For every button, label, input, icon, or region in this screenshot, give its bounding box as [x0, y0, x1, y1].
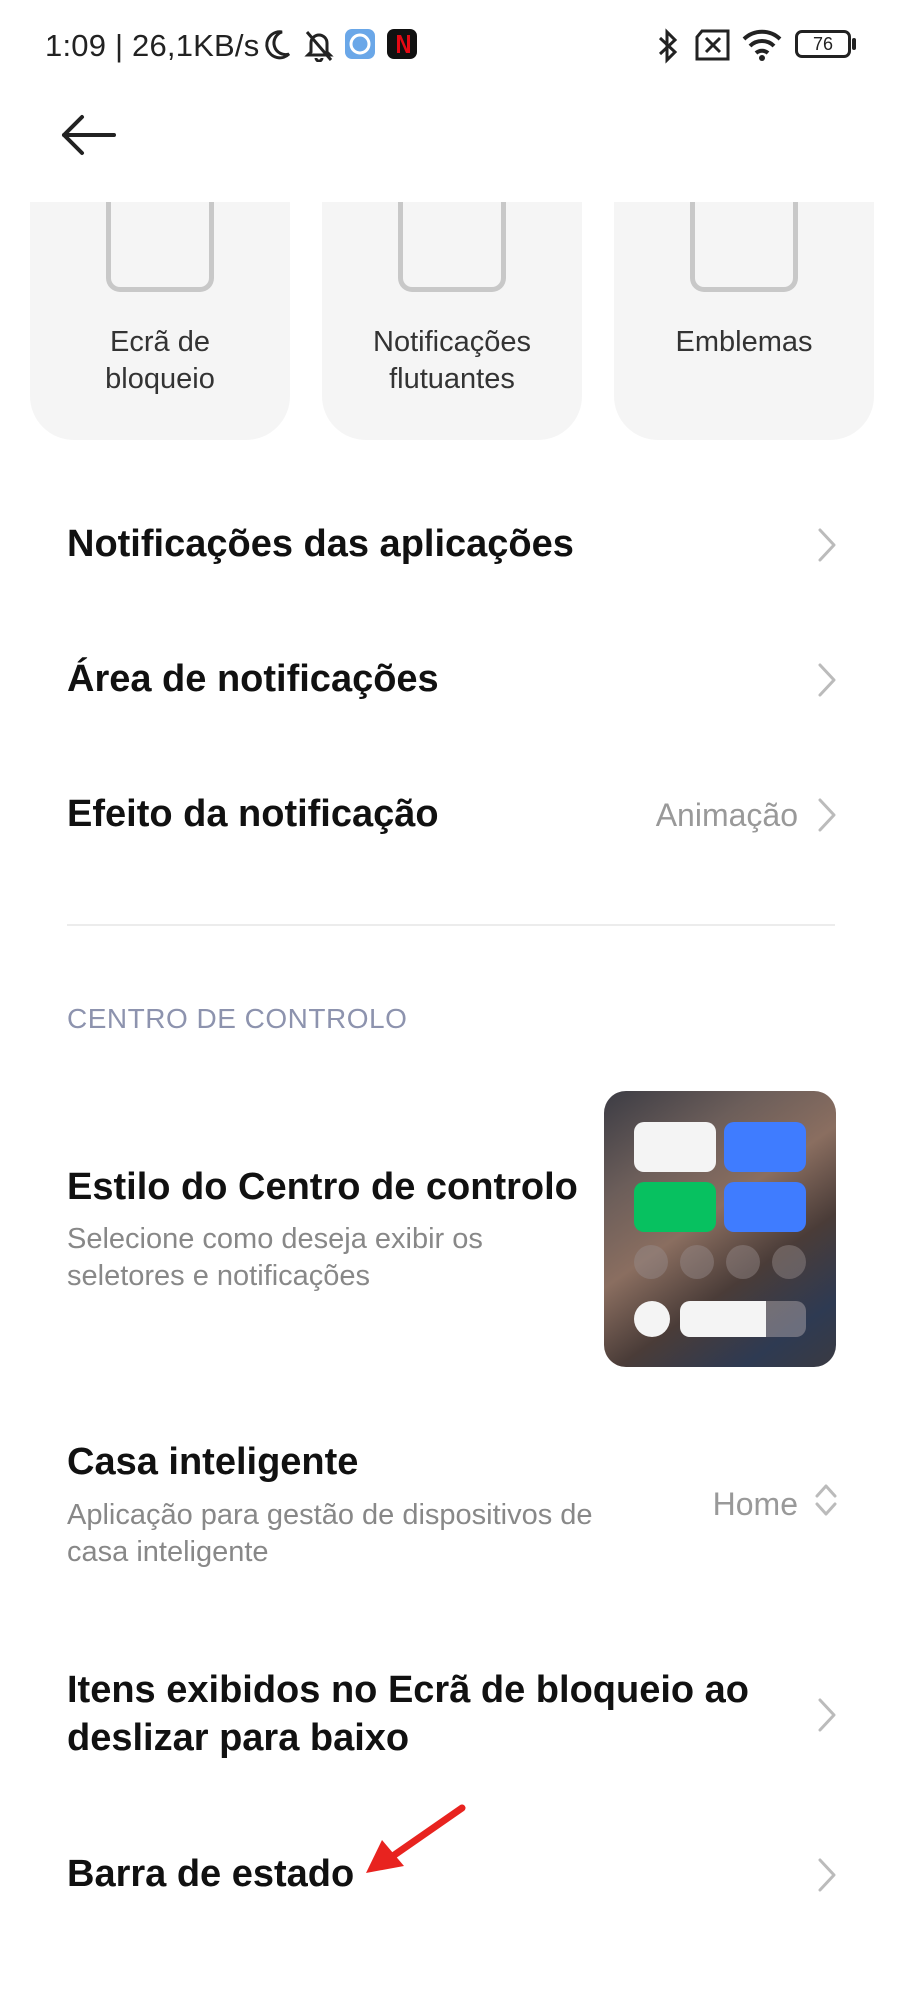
control-center-style-preview[interactable] [604, 1091, 836, 1367]
row-title: Notificações das aplicações [67, 523, 574, 565]
row-subtitle-line2: casa inteligente [67, 1536, 269, 1568]
row-subtitle-line1: Aplicação para gestão de dispositivos de [67, 1499, 593, 1531]
chevron-right-icon [818, 663, 836, 697]
moon-icon [265, 30, 291, 60]
card-badges[interactable]: Emblemas [614, 202, 874, 440]
card-label-line2: flutuantes [389, 363, 515, 395]
preview-tile-blue [724, 1122, 806, 1172]
bell-off-icon [304, 31, 334, 62]
row-app-notifications[interactable]: Notificações das aplicações [0, 510, 900, 580]
back-arrow-icon[interactable] [58, 110, 118, 160]
card-lock-screen[interactable]: Ecrã de bloqueio [30, 202, 290, 440]
divider [67, 924, 835, 926]
battery-level: 76 [812, 34, 834, 54]
card-label-line1: Emblemas [675, 326, 813, 358]
app-notification-icon [345, 29, 375, 59]
annotation-arrow-icon [366, 1804, 466, 1873]
card-label-line1: Ecrã de [110, 326, 210, 358]
status-time-speed: 1:09 | 26,1KB/s [45, 28, 260, 63]
bluetooth-icon [658, 28, 678, 64]
row-notification-area[interactable]: Área de notificações [0, 645, 900, 715]
chevron-right-icon [818, 798, 836, 832]
preview-slider-fill [680, 1301, 766, 1337]
row-notification-effect[interactable]: Efeito da notificação Animação [0, 780, 900, 850]
section-header-control-center: CENTRO DE CONTROLO [67, 1003, 408, 1034]
preview-round-button [634, 1301, 670, 1337]
preview-toggle-dot [726, 1245, 760, 1279]
floating-notifications-phone-icon [398, 202, 506, 292]
chevron-right-icon [818, 1698, 836, 1732]
row-subtitle-line2: seletores e notificações [67, 1260, 371, 1292]
up-down-chevron-icon [815, 1484, 837, 1516]
row-value: Animação [655, 797, 798, 833]
preview-toggle-dot [680, 1245, 714, 1279]
card-floating-notifications[interactable]: Notificações flutuantes [322, 202, 582, 440]
no-sim-icon [695, 29, 730, 61]
netflix-icon [387, 29, 417, 59]
lock-screen-phone-icon [106, 202, 214, 292]
status-bar: 1:09 | 26,1KB/s 76 [0, 0, 900, 90]
notification-style-cards: Ecrã de bloqueio Notificações flutuantes… [0, 202, 900, 442]
row-title-line2: deslizar para baixo [67, 1717, 410, 1759]
row-title: Casa inteligente [67, 1441, 359, 1483]
card-label-line1: Notificações [373, 326, 531, 358]
preview-tile-white [634, 1122, 716, 1172]
battery-tip [852, 38, 856, 50]
card-label-line2: bloqueio [105, 363, 215, 395]
chevron-right-icon [818, 1858, 836, 1892]
row-title: Estilo do Centro de controlo [67, 1166, 578, 1208]
battery-icon: 76 [795, 30, 851, 58]
row-title: Efeito da notificação [67, 793, 439, 835]
preview-toggle-dot [772, 1245, 806, 1279]
row-lockscreen-items[interactable]: Itens exibidos no Ecrã de bloqueio ao de… [0, 1660, 900, 1770]
badges-phone-icon [690, 202, 798, 292]
wifi-icon [742, 29, 782, 61]
row-subtitle-line1: Selecione como deseja exibir os [67, 1223, 483, 1255]
preview-tile-blue [724, 1182, 806, 1232]
row-title: Barra de estado [67, 1853, 355, 1895]
row-smart-home[interactable]: Casa inteligente Aplicação para gestão d… [0, 1430, 900, 1580]
chevron-right-icon [818, 528, 836, 562]
row-title: Área de notificações [67, 658, 439, 700]
row-value: Home [712, 1486, 798, 1522]
row-title-line1: Itens exibidos no Ecrã de bloqueio ao [67, 1669, 750, 1711]
preview-toggle-dot [634, 1245, 668, 1279]
preview-tile-green [634, 1182, 716, 1232]
